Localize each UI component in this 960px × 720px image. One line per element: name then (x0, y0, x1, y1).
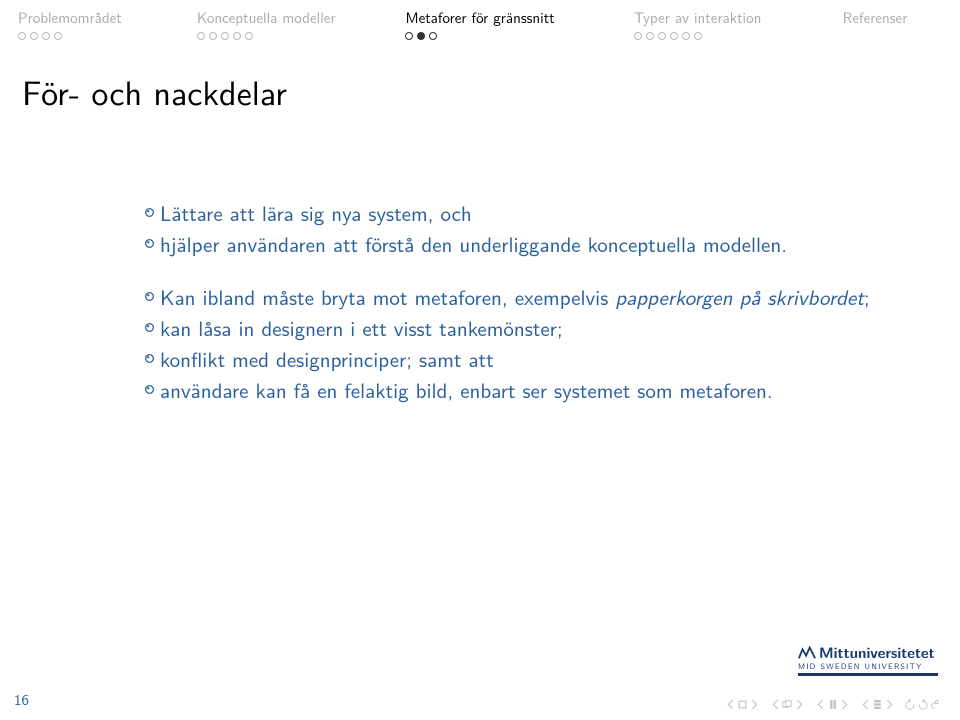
progress-dot[interactable] (417, 32, 425, 40)
bullet-text: konflikt med designprinciper; samt att (160, 346, 900, 372)
progress-dot[interactable] (42, 32, 50, 40)
nav-section[interactable]: Referenser (843, 6, 942, 44)
bullet-icon (138, 315, 160, 333)
progress-dot[interactable] (429, 32, 437, 40)
nav-section-label: Typer av interaktion (634, 6, 761, 28)
page-number: 16 (14, 688, 29, 710)
beamer-controls (725, 699, 940, 710)
nav-prev-subsection[interactable] (770, 699, 805, 710)
bullet-item: hjälper användaren att förstå den underl… (138, 231, 900, 257)
bullet-text: användare kan få en felaktig bild, enbar… (160, 377, 900, 403)
progress-dot[interactable] (245, 32, 253, 40)
nav-section-label: Problemområdet (18, 6, 122, 28)
bullet-item: användare kan få en felaktig bild, enbar… (138, 377, 900, 403)
nav-section-label: Metaforer för gränssnitt (405, 6, 554, 28)
university-logo: Mittuniversitetet MID SWEDEN UNIVERSITY (798, 643, 938, 676)
bullet-text: Kan ibland måste bryta mot metaforen, ex… (160, 284, 900, 310)
nav-section-label: Referenser (843, 6, 908, 28)
nav-progress-dots (197, 32, 253, 44)
progress-dot[interactable] (197, 32, 205, 40)
nav-section[interactable]: Metaforer för gränssnitt (405, 6, 634, 44)
bullet-icon (138, 346, 160, 364)
progress-dot[interactable] (405, 32, 413, 40)
slide-body: Lättare att lära sig nya system, och hjäl… (138, 200, 900, 430)
nav-prev-slide[interactable] (815, 699, 850, 710)
progress-dot[interactable] (233, 32, 241, 40)
logo-mark-icon (798, 643, 816, 661)
nav-back-forward[interactable] (905, 699, 940, 710)
progress-dot[interactable] (646, 32, 654, 40)
bullet-item: Kan ibland måste bryta mot metaforen, ex… (138, 284, 900, 310)
bullet-item: kan låsa in designern i ett visst tankem… (138, 315, 900, 341)
progress-dot[interactable] (670, 32, 678, 40)
slide-title: För- och nackdelar (0, 44, 960, 116)
bullet-icon (138, 200, 160, 218)
bullet-text: Lättare att lära sig nya system, och (160, 200, 900, 226)
nav-prev-frame[interactable] (860, 699, 895, 710)
bullet-item: konflikt med designprinciper; samt att (138, 346, 900, 372)
slide: { "nav": { "sections": [ {"label":"Probl… (0, 0, 960, 720)
logo-underline (798, 673, 938, 676)
progress-dot[interactable] (18, 32, 26, 40)
nav-section[interactable]: Konceptuella modeller (197, 6, 406, 44)
logo-brand: Mittuniversitetet (819, 645, 935, 660)
nav-section[interactable]: Problemområdet (18, 6, 197, 44)
bullet-icon (138, 231, 160, 249)
nav-progress-dots (634, 32, 702, 44)
bullet-text: kan låsa in designern i ett visst tankem… (160, 315, 900, 341)
nav-prev-section[interactable] (725, 699, 760, 710)
progress-dot[interactable] (54, 32, 62, 40)
progress-dot[interactable] (30, 32, 38, 40)
bullet-icon (138, 284, 160, 302)
bullet-icon (138, 377, 160, 395)
nav-progress-dots (405, 32, 437, 44)
progress-dot[interactable] (694, 32, 702, 40)
nav-section[interactable]: Typer av interaktion (634, 6, 843, 44)
nav-section-label: Konceptuella modeller (197, 6, 336, 28)
progress-dot[interactable] (209, 32, 217, 40)
progress-dot[interactable] (221, 32, 229, 40)
progress-dot[interactable] (682, 32, 690, 40)
progress-dot[interactable] (658, 32, 666, 40)
nav-progress-dots (18, 32, 62, 44)
progress-dot[interactable] (634, 32, 642, 40)
bullet-item: Lättare att lära sig nya system, och (138, 200, 900, 226)
section-nav: Problemområdet Konceptuella modeller Metaf… (0, 0, 960, 44)
logo-subtitle: MID SWEDEN UNIVERSITY (798, 663, 938, 671)
bullet-text: hjälper användaren att förstå den underl… (160, 231, 900, 257)
